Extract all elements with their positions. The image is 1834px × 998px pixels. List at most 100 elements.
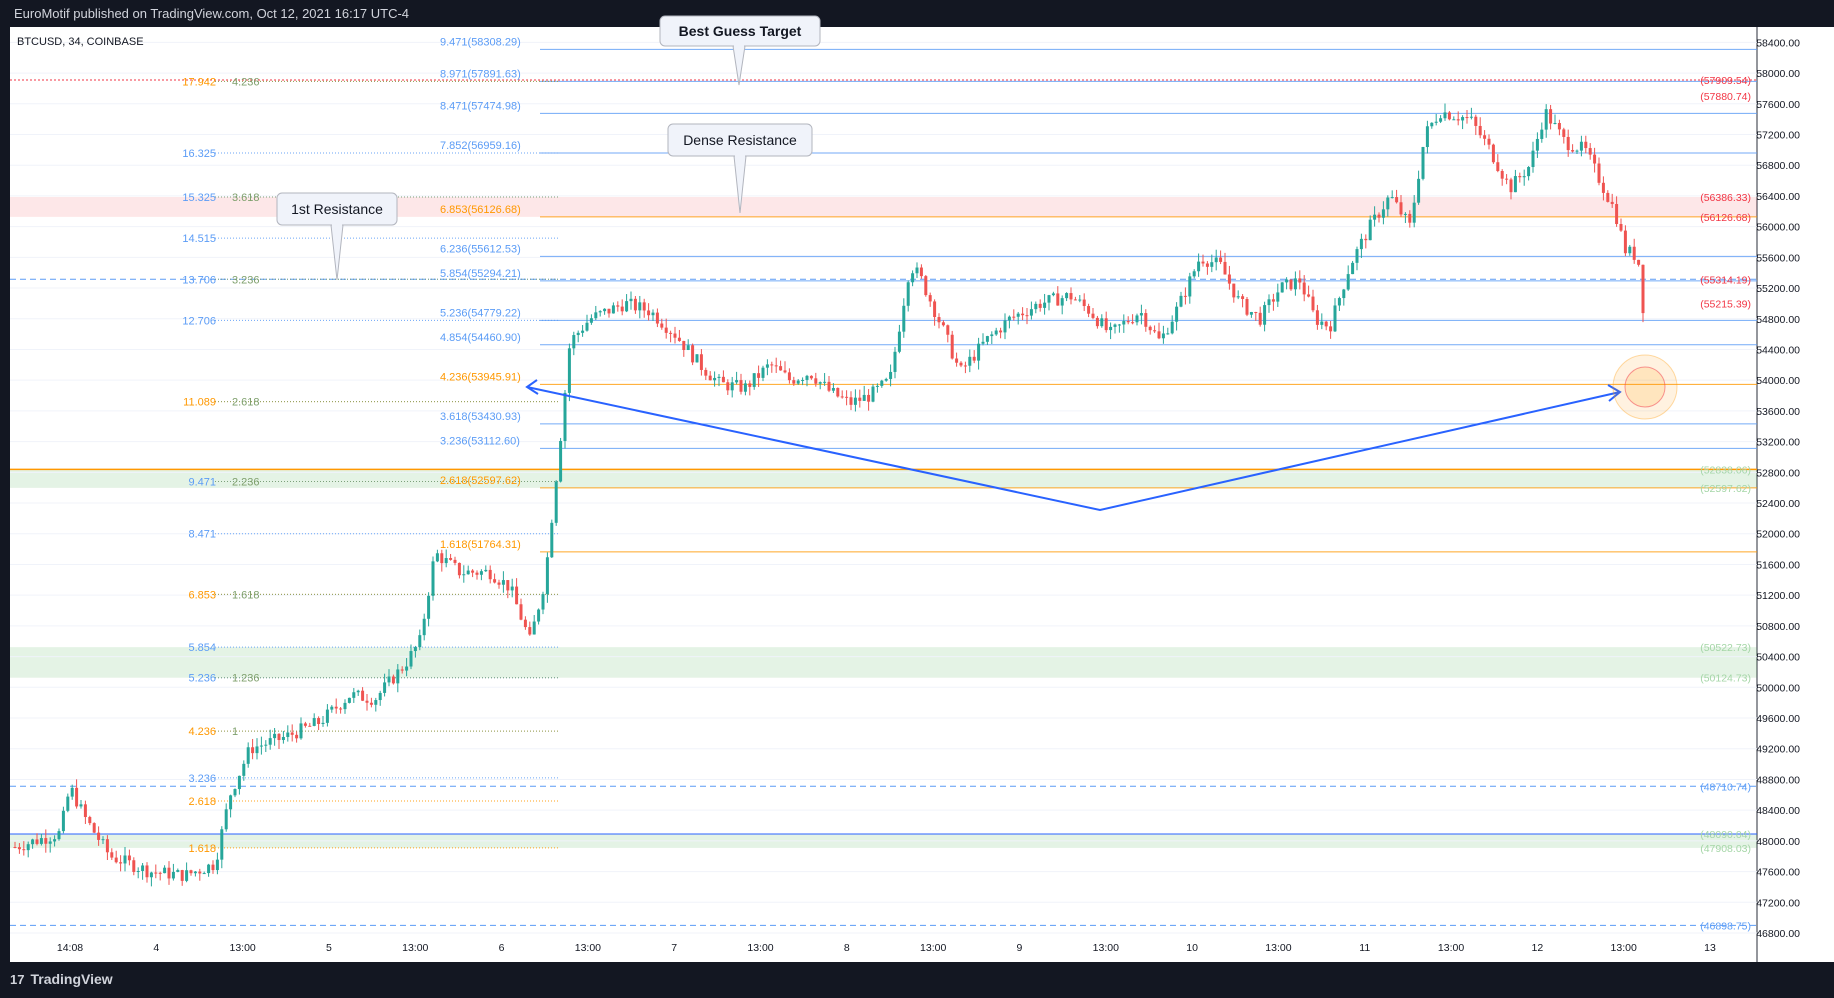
candle-body — [237, 775, 241, 790]
footer: 17 TradingView — [0, 962, 1834, 998]
right-price-label: (56386.33) — [1700, 192, 1751, 204]
candle-body — [537, 609, 541, 622]
candle-body — [449, 558, 453, 560]
candle-body — [1549, 109, 1553, 124]
candle-body — [1258, 312, 1262, 325]
candle-body — [1505, 178, 1509, 180]
candle-body — [242, 763, 246, 776]
candle-body — [1139, 313, 1143, 316]
candle-body — [1236, 296, 1240, 298]
candle-body — [1003, 320, 1007, 333]
price-chart[interactable]: 58400.00 58000.00 57600.00 57200.00 56800.00… — [0, 0, 1834, 998]
candle-body — [1227, 274, 1231, 284]
tradingview-logo[interactable]: 17 TradingView — [10, 971, 113, 987]
candle-body — [1329, 326, 1333, 332]
candle-body — [396, 669, 400, 684]
candle-body — [981, 341, 985, 344]
y-tick-label: 56400.00 — [1756, 191, 1800, 203]
candle-body — [708, 375, 712, 381]
candle-body — [273, 733, 277, 739]
right-price-label: (50124.73) — [1700, 673, 1751, 685]
candle-body — [176, 870, 180, 872]
candle-body — [246, 747, 250, 764]
x-tick-label: 13 — [1704, 942, 1716, 954]
candle-body — [1601, 182, 1605, 193]
candle-body — [1395, 197, 1399, 203]
candle-body — [1637, 259, 1641, 265]
candle-body — [163, 867, 167, 874]
candle-body — [193, 871, 197, 874]
candle-body — [1421, 147, 1425, 179]
candle-body — [880, 380, 884, 386]
candle-body — [215, 859, 219, 871]
y-tick-label: 54400.00 — [1756, 344, 1800, 356]
candle-body — [1293, 278, 1297, 290]
y-tick-label: 52400.00 — [1756, 498, 1800, 510]
candle-body — [431, 561, 435, 596]
candle-body — [1452, 119, 1456, 121]
x-tick-label: 13:00 — [402, 942, 428, 954]
candle-body — [633, 298, 637, 311]
candle-body — [1069, 293, 1073, 300]
y-tick-label: 53200.00 — [1756, 437, 1800, 449]
candle-body — [699, 354, 703, 370]
left-fib-label: 15.325 — [182, 192, 216, 204]
candle-body — [1179, 295, 1183, 307]
candle-body — [453, 559, 457, 563]
candle-body — [999, 330, 1003, 333]
candle-body — [39, 838, 43, 844]
x-tick-label: 13:00 — [920, 942, 946, 954]
candle-body — [1065, 293, 1069, 299]
candle-body — [691, 345, 695, 363]
candle-body — [796, 380, 800, 384]
candle-body — [1324, 321, 1328, 327]
candle-body — [581, 330, 585, 333]
candle-body — [493, 579, 497, 583]
candle-body — [70, 787, 74, 797]
y-tick-label: 47200.00 — [1756, 897, 1800, 909]
candle-body — [44, 838, 48, 844]
candle-body — [1219, 257, 1223, 262]
candle-body — [167, 867, 171, 879]
candle-body — [801, 379, 805, 381]
candle-body — [915, 267, 919, 274]
candle-body — [440, 553, 444, 564]
candle-body — [1276, 292, 1280, 302]
candle-body — [1465, 117, 1469, 119]
target-circle-inner — [1624, 366, 1666, 408]
y-tick-label: 53600.00 — [1756, 406, 1800, 418]
candle-body — [31, 839, 35, 845]
candle-body — [1355, 249, 1359, 263]
candle-body — [207, 864, 211, 874]
candle-body — [92, 823, 96, 833]
candle-body — [1443, 112, 1447, 119]
candle-body — [792, 380, 796, 384]
x-tick-label: 9 — [1017, 942, 1023, 954]
left-fib-label: 4.236 — [232, 76, 260, 88]
candle-body — [290, 732, 294, 735]
candle-body — [1280, 282, 1284, 293]
candle-body — [1562, 129, 1566, 137]
candle-body — [1148, 326, 1152, 331]
candle-body — [545, 557, 549, 595]
candle-body — [673, 333, 677, 338]
y-tick-label: 56800.00 — [1756, 160, 1800, 172]
candle-body — [757, 373, 761, 378]
left-fib-label: 12.706 — [182, 315, 216, 327]
candle-body — [1113, 324, 1117, 327]
candle-body — [1298, 278, 1302, 283]
x-tick-label: 12 — [1532, 942, 1544, 954]
candle-body — [1584, 141, 1588, 149]
right-price-label: (52838.06) — [1700, 464, 1751, 476]
y-tick-label: 55200.00 — [1756, 283, 1800, 295]
candle-body — [941, 322, 945, 326]
candle-body — [611, 305, 615, 314]
candle-body — [1095, 317, 1099, 327]
fib-label: 4.236(53945.91) — [440, 371, 521, 383]
left-fib-label: 11.089 — [183, 397, 216, 409]
candle-body — [1566, 136, 1570, 151]
right-price-label: (56126.68) — [1700, 212, 1751, 224]
candle-body — [1012, 316, 1016, 318]
candle-body — [405, 666, 409, 671]
candle-body — [1478, 125, 1482, 136]
